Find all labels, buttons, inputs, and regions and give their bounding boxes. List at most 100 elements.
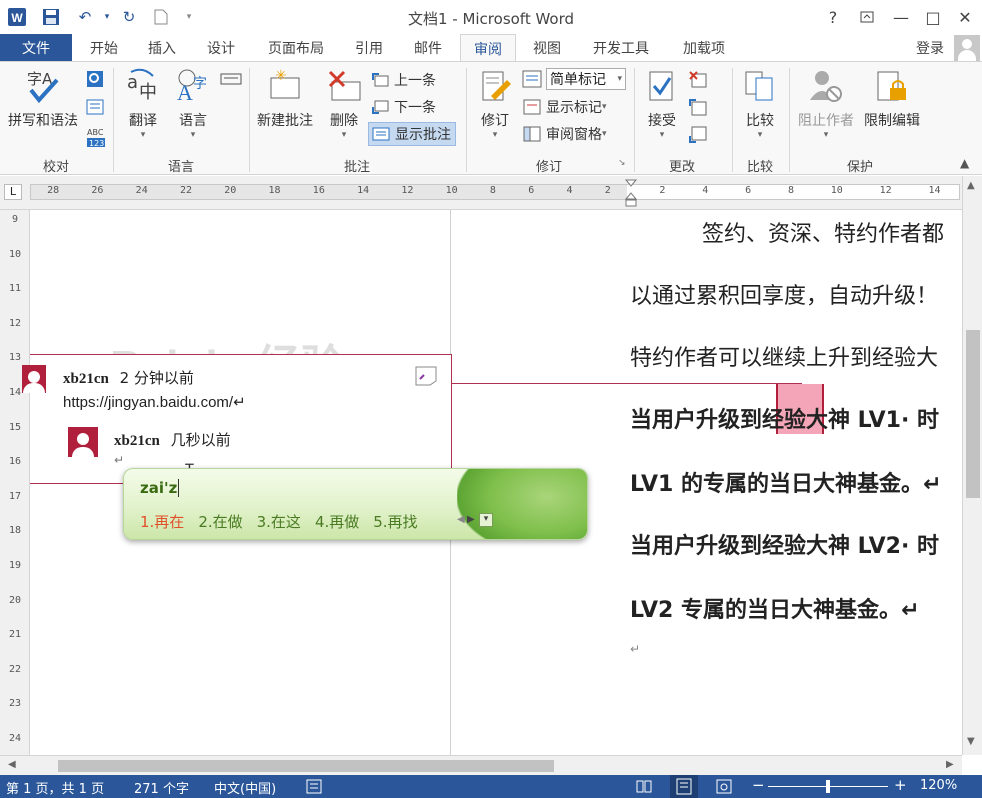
track-changes-button[interactable]: 修订 ▾: [472, 68, 518, 140]
group-compare-label: 比较: [746, 160, 773, 175]
comment-text[interactable]: https://jingyan.baidu.com/↵: [63, 393, 246, 411]
delete-dropdown-icon: ▾: [341, 130, 347, 140]
ime-next-page-icon[interactable]: ▶: [467, 514, 475, 525]
print-layout-icon[interactable]: [670, 775, 698, 798]
ime-candidate[interactable]: 2.在做: [198, 511, 242, 532]
markup-view-select[interactable]: 简单标记 ▾: [546, 68, 626, 90]
delete-comment-icon: [326, 68, 362, 104]
spelling-grammar-button[interactable]: 字A 拼写和语法: [4, 68, 82, 130]
scroll-up-icon[interactable]: ▲: [967, 180, 975, 191]
indent-marker-icon[interactable]: [624, 179, 638, 207]
zoom-out-button[interactable]: −: [752, 776, 765, 794]
new-comment-button[interactable]: ✳ 新建批注: [252, 68, 318, 130]
ime-candidate[interactable]: 3.在这: [257, 511, 301, 532]
tab-references[interactable]: 引用: [342, 34, 396, 61]
page-body[interactable]: 签约、资深、特约作者都 以通过累积回享度，自动升级！ 特约作者可以继续上升到经验…: [630, 210, 970, 755]
collapse-ribbon-icon[interactable]: ▲: [960, 156, 969, 170]
group-tracking-label: 修订: [535, 160, 562, 175]
ime-candidate[interactable]: 4.再做: [315, 511, 359, 532]
maximize-button[interactable]: □: [916, 4, 950, 30]
ime-candidate[interactable]: 5.再找: [373, 511, 417, 532]
horizontal-scroll-thumb[interactable]: [58, 760, 554, 772]
user-avatar[interactable]: [954, 35, 980, 61]
reply-input[interactable]: ↵: [114, 453, 124, 467]
help-button[interactable]: ?: [816, 4, 850, 30]
ruler-mark: 17: [8, 490, 22, 502]
word-count-icon[interactable]: ABC 123: [86, 126, 106, 152]
previous-change-icon[interactable]: [688, 98, 708, 120]
markup-view-value: 简单标记: [550, 72, 606, 88]
previous-comment-button[interactable]: 上一条: [370, 68, 436, 92]
ime-candidate[interactable]: 1.再在: [140, 511, 184, 532]
vertical-ruler[interactable]: 9 10 11 12 13 14 15 16 17 18 19 20 21 22…: [0, 210, 30, 755]
ime-expand-icon[interactable]: ▾: [479, 513, 493, 527]
track-changes-icon: [477, 68, 513, 104]
tab-selector-icon[interactable]: L: [4, 184, 22, 200]
scroll-down-icon[interactable]: ▼: [967, 736, 975, 747]
vertical-scrollbar[interactable]: ▲ ▼: [962, 176, 982, 755]
tab-view[interactable]: 视图: [520, 34, 574, 61]
delete-comment-button[interactable]: 删除 ▾: [322, 68, 366, 140]
ime-prev-page-icon[interactable]: ◀: [457, 514, 465, 525]
comment-author: xb21cn: [63, 371, 109, 387]
vertical-scroll-thumb[interactable]: [966, 330, 980, 498]
doc-line: 以通过累积回享度，自动升级！: [630, 284, 939, 309]
web-layout-icon[interactable]: [716, 779, 732, 798]
ime-candidate-window[interactable]: zai'z 1.再在 2.在做 3.在这 4.再做 5.再找 ◀ ▶ ▾: [123, 468, 588, 540]
svg-text:A: A: [177, 80, 193, 104]
reply-time: 几秒以前: [170, 431, 231, 449]
thesaurus-icon[interactable]: [86, 98, 104, 120]
reviewing-pane-button[interactable]: 审阅窗格 ▾: [522, 122, 607, 146]
tab-addins[interactable]: 加载项: [668, 34, 740, 61]
tab-layout[interactable]: 页面布局: [254, 34, 338, 61]
reply-comment-icon[interactable]: [414, 365, 438, 391]
svg-text:123: 123: [89, 139, 104, 148]
horizontal-ruler[interactable]: L 28 26 24 22 20 18 16 14 12 10 8 6 4 2 …: [0, 176, 982, 210]
next-comment-button[interactable]: 下一条: [370, 95, 436, 119]
tab-design[interactable]: 设计: [194, 34, 248, 61]
close-button[interactable]: ✕: [948, 4, 982, 30]
language-status[interactable]: 中文(中国): [214, 778, 276, 797]
zoom-level[interactable]: 120%: [920, 778, 957, 793]
page-count[interactable]: 第 1 页，共 1 页: [6, 778, 104, 797]
read-mode-icon[interactable]: [636, 779, 652, 798]
scroll-left-icon[interactable]: ◀: [8, 759, 16, 770]
language-button[interactable]: A字 语言 ▾: [170, 68, 216, 140]
tab-home[interactable]: 开始: [76, 34, 132, 61]
ribbon-display-options-icon[interactable]: [850, 4, 884, 30]
ruler-mark: 18: [8, 525, 22, 537]
tracking-dialog-launcher-icon[interactable]: ↘: [618, 158, 626, 168]
zoom-in-button[interactable]: +: [894, 776, 907, 794]
ruler-mark: 22: [8, 663, 22, 675]
minimize-button[interactable]: —: [884, 4, 918, 30]
reply-author-avatar: [68, 427, 98, 457]
show-markup-button[interactable]: 显示标记 ▾: [522, 95, 607, 119]
tab-insert[interactable]: 插入: [136, 34, 188, 61]
sign-in-link[interactable]: 登录: [906, 34, 954, 61]
new-comment-icon: ✳: [267, 68, 303, 104]
macro-record-icon[interactable]: [306, 779, 322, 798]
ime-input-text: zai'z: [140, 479, 178, 497]
tab-mailings[interactable]: 邮件: [400, 34, 456, 61]
compare-button[interactable]: 比较 ▾: [738, 68, 782, 140]
horizontal-scrollbar[interactable]: ◀ ▶: [0, 755, 962, 775]
comment-balloon[interactable]: xb21cn 2 分钟以前 https://jingyan.baidu.com/…: [22, 354, 452, 484]
word-count[interactable]: 271 个字: [134, 778, 189, 797]
comment-time: 2 分钟以前: [119, 369, 194, 387]
translate-button[interactable]: a中 翻译 ▾: [120, 68, 166, 140]
reject-icon[interactable]: [688, 70, 708, 92]
ime-settings-icon[interactable]: [220, 70, 242, 90]
ruler-mark: 24: [135, 185, 148, 196]
ruler-strip: 28 26 24 22 20 18 16 14 12 10 8 6 4 2 2 …: [30, 179, 960, 207]
accept-button[interactable]: 接受 ▾: [640, 68, 684, 140]
restrict-editing-button[interactable]: 限制编辑: [860, 68, 924, 130]
tab-review[interactable]: 审阅: [460, 34, 516, 62]
tab-file[interactable]: 文件: [0, 34, 72, 61]
research-icon[interactable]: [86, 70, 104, 92]
scroll-right-icon[interactable]: ▶: [946, 759, 954, 770]
show-comments-button[interactable]: 显示批注: [368, 122, 456, 146]
tab-developer[interactable]: 开发工具: [578, 34, 664, 61]
zoom-slider-thumb[interactable]: [826, 780, 830, 793]
block-authors-button[interactable]: 阻止作者 ▾: [794, 68, 858, 140]
next-change-icon[interactable]: [688, 126, 708, 148]
